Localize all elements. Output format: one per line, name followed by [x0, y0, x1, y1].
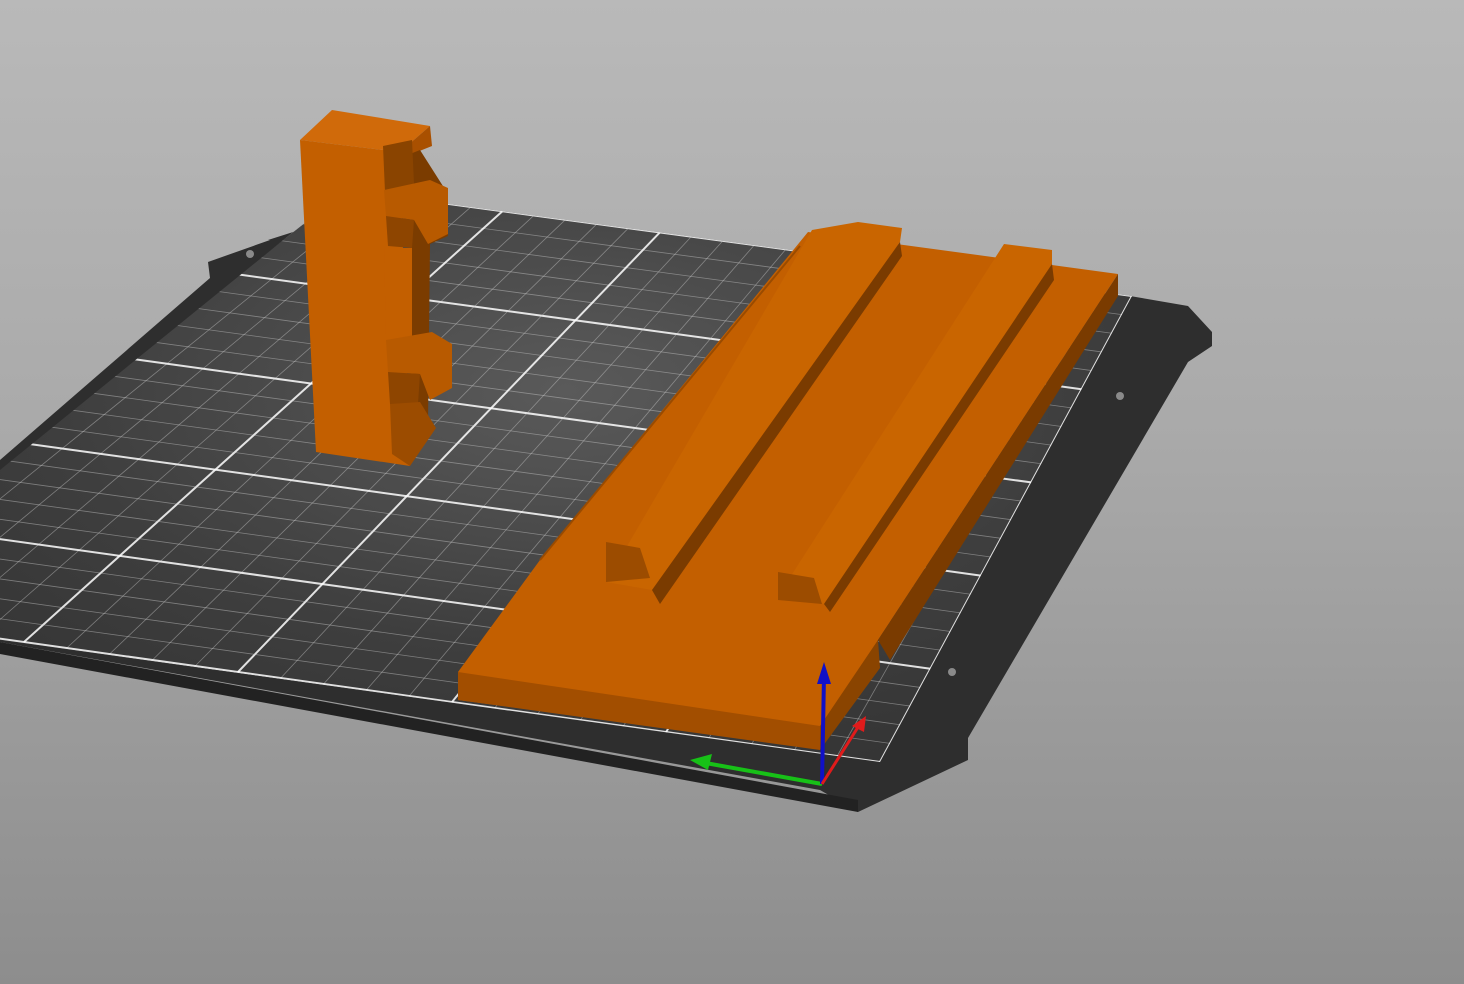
3d-viewport[interactable] [0, 0, 1464, 984]
bed-screw-hole [246, 250, 254, 258]
scene-canvas[interactable] [0, 0, 1464, 984]
bed-screw-hole [948, 668, 956, 676]
bed-screw-hole [1116, 392, 1124, 400]
z-axis-line [820, 675, 826, 785]
